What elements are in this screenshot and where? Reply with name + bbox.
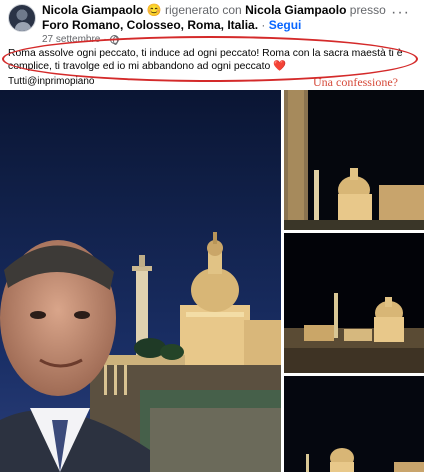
annotation-label: Una confessione? [313, 75, 398, 89]
photo-column-night[interactable] [284, 90, 424, 230]
photo-dome-night[interactable] [284, 376, 424, 472]
post-meta: 27 settembre · [42, 34, 119, 45]
action-text: rigenerato con [165, 3, 242, 17]
hashtag-link[interactable]: Tutti@inprimopiano [8, 76, 94, 87]
caption-text: Roma assolve ogni peccato, ti induce ad … [8, 48, 403, 72]
dome-image [284, 376, 424, 472]
post-header: Nicola Giampaolo 😊 rigenerato con Nicola… [0, 0, 424, 45]
tagged-person[interactable]: Nicola Giampaolo [245, 3, 346, 17]
post-caption: Roma assolve ogni peccato, ti induce ad … [8, 47, 413, 73]
preposition-text: presso [349, 3, 386, 17]
globe-icon [109, 35, 119, 45]
meta-separator: · [103, 34, 107, 45]
selfie-image [0, 90, 281, 472]
photo-grid [0, 90, 424, 472]
column-image [284, 90, 424, 230]
photo-selfie-forum[interactable] [0, 90, 281, 472]
place-link[interactable]: Foro Romano, Colosseo, Roma, Italia. [42, 18, 258, 32]
follow-button[interactable]: Segui [269, 18, 302, 32]
photo-forum-panorama[interactable] [284, 233, 424, 373]
post-date[interactable]: 27 settembre [42, 34, 100, 45]
forum-image [284, 233, 424, 373]
post-header-text: Nicola Giampaolo 😊 rigenerato con Nicola… [42, 3, 392, 33]
author-name[interactable]: Nicola Giampaolo [42, 3, 143, 17]
more-options-icon[interactable]: ··· [391, 5, 410, 21]
heart-emoji: ❤️ [273, 61, 287, 72]
smile-emoji: 😊 [146, 3, 162, 17]
profile-avatar[interactable] [8, 4, 36, 32]
separator-dot: · [261, 18, 266, 32]
